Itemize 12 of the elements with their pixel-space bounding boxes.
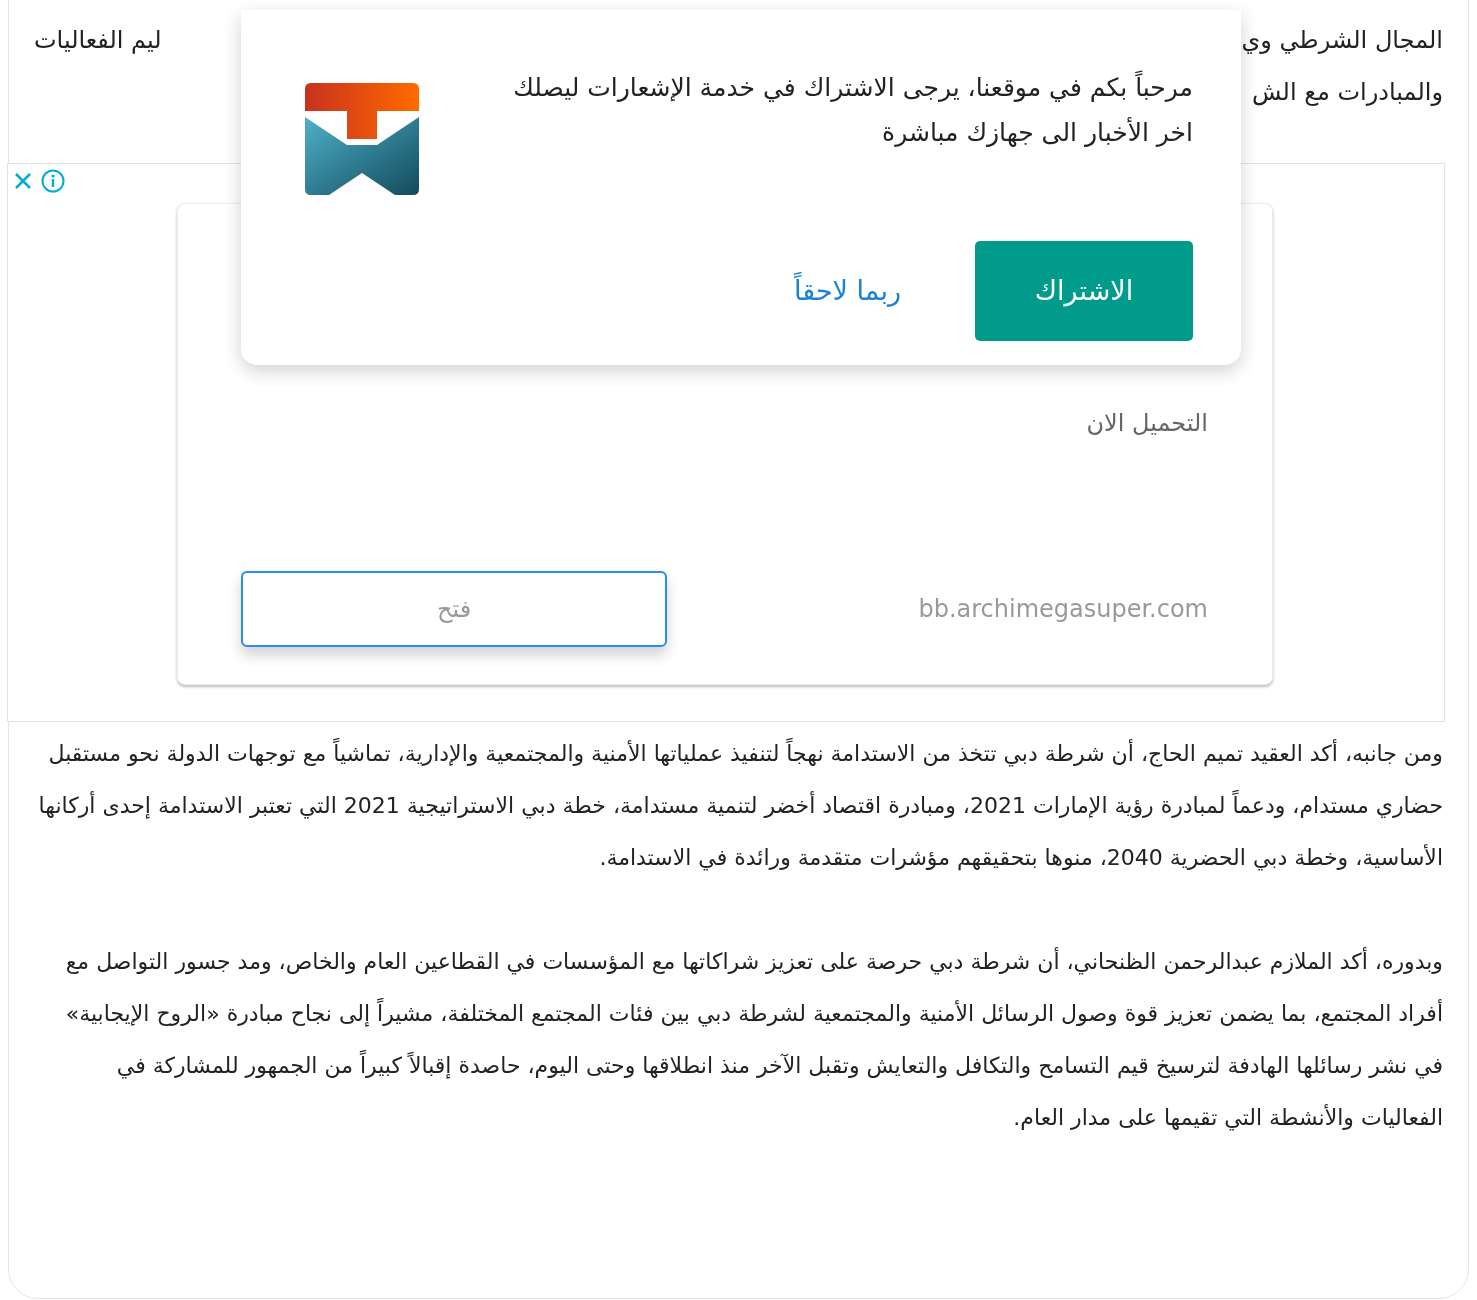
article-text: المجال الشرطي وي — [1241, 25, 1443, 56]
article-paragraph: وبدوره، أكد الملازم عبدالرحمن الظنحاني، أن شرطة دبي حرصة على تعزيز شراكاتها مع المؤسسات في القطاعين العام والخاص، ومد جسور التواصل مع أفراد المجتمع، بما يضمن تعزيز قوة وصول الرسائل الأمنية والمجتمعية لشرطة دبي بين فئات المجتمع المختلفة، مشيراً إلى نجاح مبادرة «الروح الإيجابية» في نشر رسائلها الهادفة لترسيخ قيم التسامح والتكافل والتعايش وتقبل الآخر منذ انطلاقها وحتى اليوم، حاصدة إقبالاً كبيراً من الجمهور للمشاركة في الفعاليات والأنشطة التي تقيمها على مدار العام. — [64, 946, 1443, 1133]
ad-domain: bb.archimegasuper.com — [918, 594, 1208, 625]
open-button[interactable]: فتح — [241, 571, 667, 647]
article-paragraph: ومن جانبه، أكد العقيد تميم الحاج، أن شرطة دبي تتخذ من الاستدامة نهجاً لتنفيذ عملياتها الأمنية والمجتمعية والإدارية، تماشياً مع توجهات الدولة نحو مستقبل حضاري مستدام، ودعماً لمبادرة رؤية الإمارات 2021، ومبادرة اقتصاد أخضر لتنمية مستدامة، خطة دبي الاستراتيجية 2021 التي تعتبر الاستدامة إحدى أركانها الأساسية، وخطة دبي الحضرية 2040، منوها بتحقيقهم مؤشرات متقدمة ورائدة في الاستدامة. — [34, 728, 1443, 884]
ad-headline: التحميل الان — [1085, 408, 1208, 439]
info-icon[interactable] — [40, 168, 66, 194]
subscribe-button[interactable]: الاشتراك — [975, 241, 1193, 341]
later-link[interactable]: ربما لاحقاً — [794, 270, 901, 312]
popup-message: مرحباً بكم في موقعنا، يرجى الاشتراك في خدمة الإشعارات ليصلك اخر الأخبار الى جهازك مباشرة — [503, 65, 1193, 199]
article-text: والمبادرات مع الش — [1252, 77, 1443, 108]
article-text: ليم الفعاليات — [34, 25, 162, 56]
